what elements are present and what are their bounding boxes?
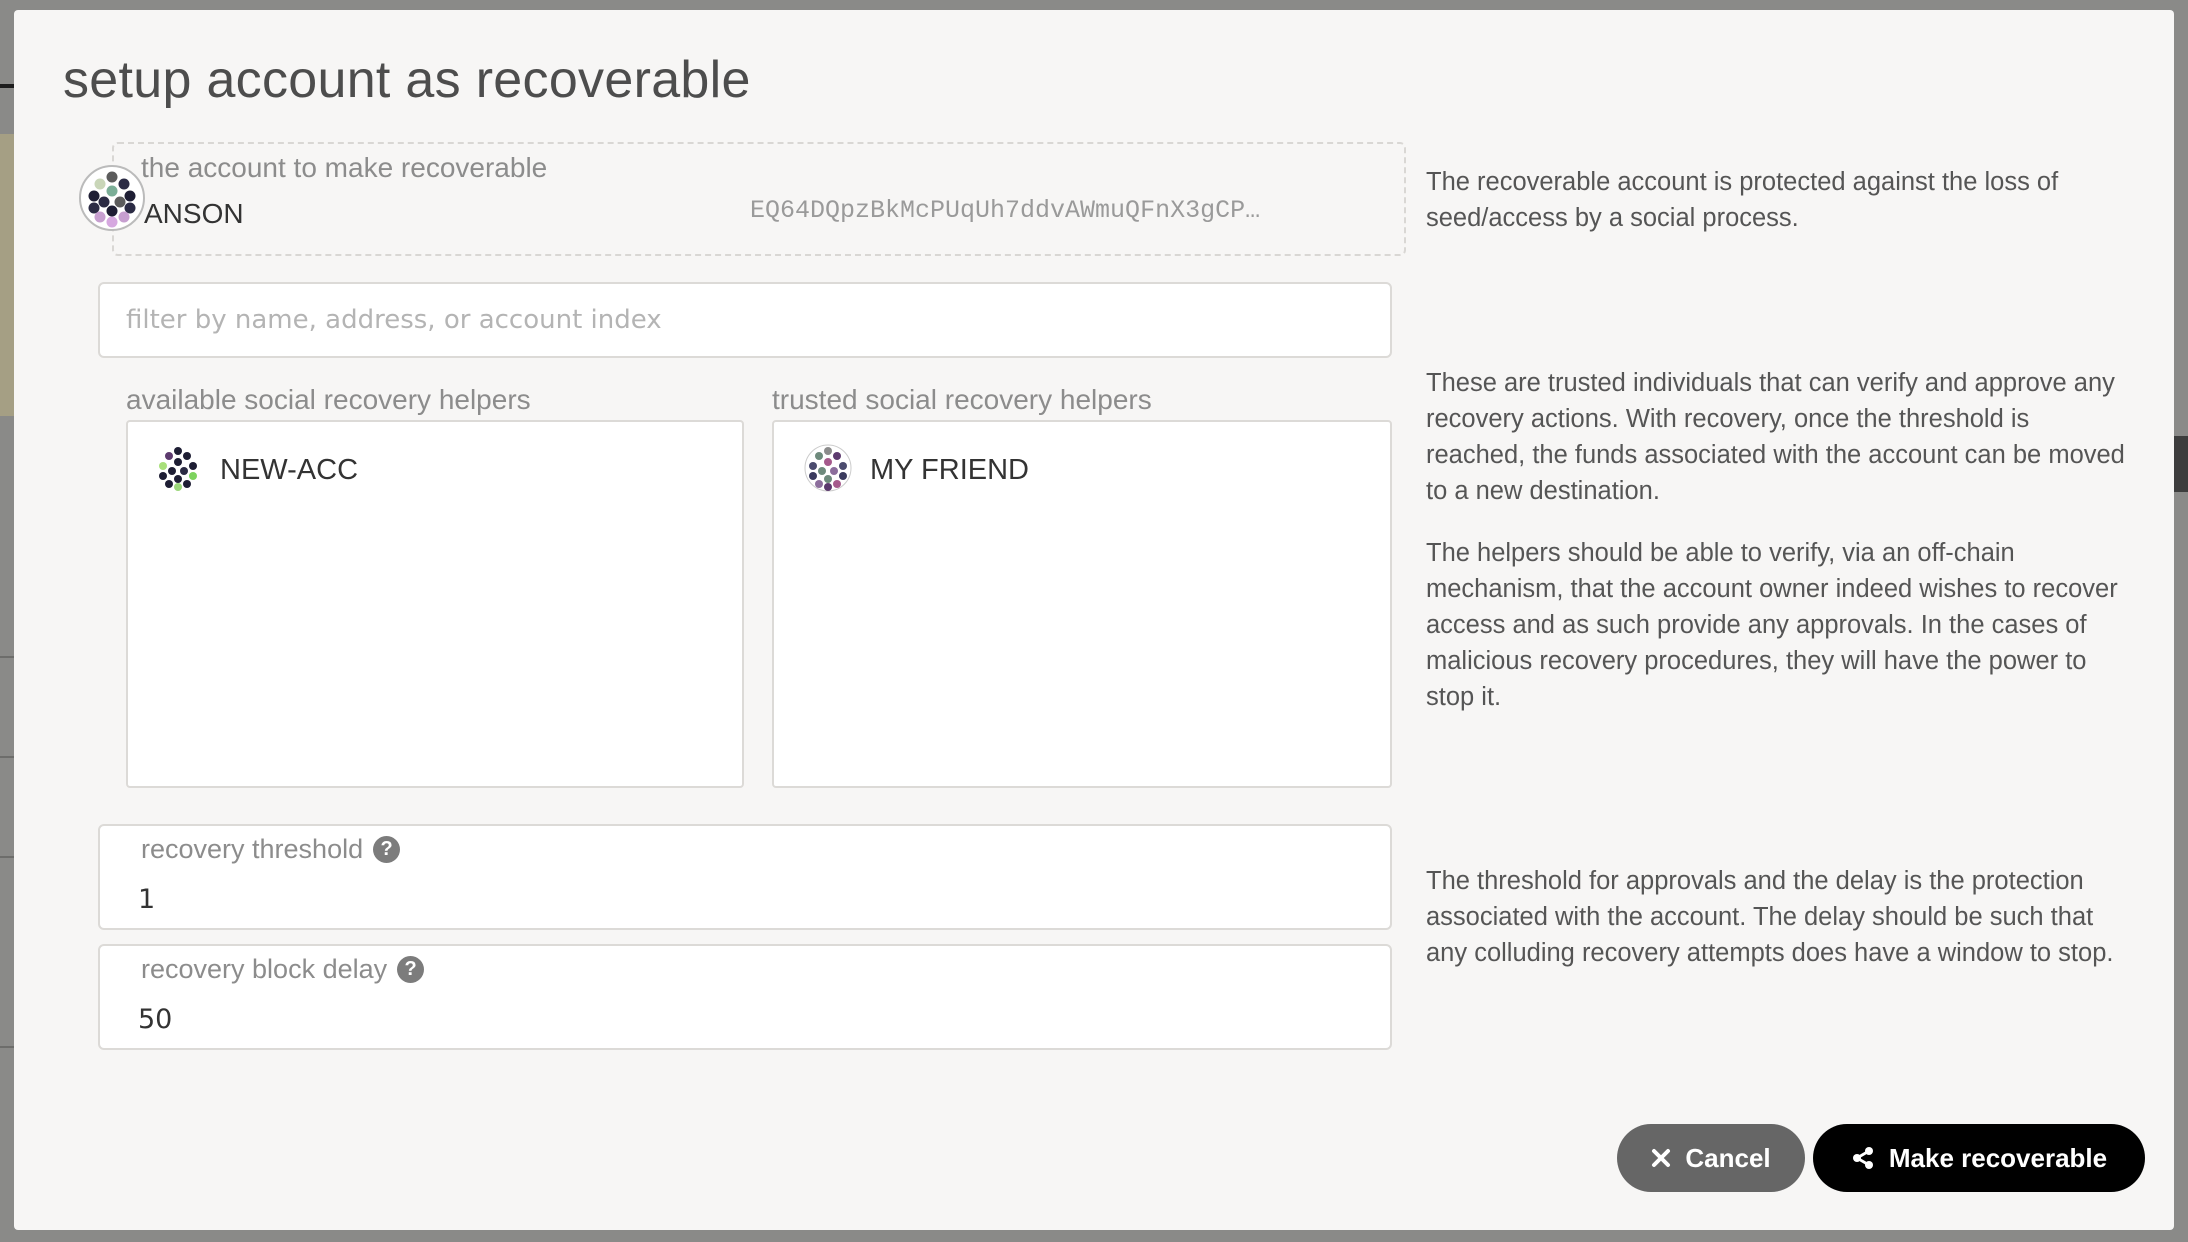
close-icon xyxy=(1651,1148,1671,1168)
recovery-threshold-input[interactable] xyxy=(136,876,1340,922)
helper-identicon xyxy=(154,444,202,497)
background-divider xyxy=(0,656,14,658)
helper-name: MY FRIEND xyxy=(870,453,1029,486)
helper-item-my-friend[interactable]: MY FRIEND xyxy=(804,444,1364,496)
recovery-delay-input[interactable] xyxy=(136,996,1340,1042)
account-address: EQ64DQpzBkMcPUqUh7ddvAWmuQFnX3gCP… xyxy=(750,196,1261,225)
share-icon xyxy=(1851,1146,1875,1170)
help-text-account: The recoverable account is protected aga… xyxy=(1426,168,2059,232)
make-recoverable-button[interactable]: Make recoverable xyxy=(1813,1124,2145,1192)
account-label: the account to make recoverable xyxy=(141,152,548,183)
background-tab-underline xyxy=(0,84,14,88)
help-text-helpers-verify: The helpers should be able to verify, vi… xyxy=(1426,539,2118,711)
question-circle-icon[interactable]: ? xyxy=(373,836,401,863)
recovery-delay-field: recovery block delay ? xyxy=(98,944,1392,1050)
make-recoverable-button-label: Make recoverable xyxy=(1888,1142,2108,1173)
helper-name: NEW-ACC xyxy=(220,453,359,486)
recovery-threshold-label: recovery threshold ? xyxy=(141,834,401,865)
help-text-threshold: The threshold for approvals and the dela… xyxy=(1426,867,2114,967)
background-divider xyxy=(0,756,14,758)
account-name: ANSON xyxy=(144,198,244,229)
trusted-helpers-label: trusted social recovery helpers xyxy=(772,384,1152,415)
background-divider xyxy=(0,1046,14,1048)
recovery-delay-label: recovery block delay ? xyxy=(141,954,425,985)
recovery-delay-label-text: recovery block delay xyxy=(141,954,388,984)
recovery-threshold-label-text: recovery threshold xyxy=(141,834,364,864)
filter-input[interactable] xyxy=(98,282,1392,358)
account-identicon xyxy=(78,164,146,232)
cancel-button[interactable]: Cancel xyxy=(1617,1124,1805,1192)
background-banner xyxy=(0,134,14,416)
help-text-helpers: These are trusted individuals that can v… xyxy=(1426,369,2125,505)
available-helpers-list[interactable]: NEW-ACC xyxy=(126,420,744,788)
helper-item-new-acc[interactable]: NEW-ACC xyxy=(154,444,714,496)
question-circle-icon[interactable]: ? xyxy=(397,956,425,983)
helper-identicon xyxy=(804,444,852,497)
recovery-threshold-field: recovery threshold ? xyxy=(98,824,1392,930)
modal-title: setup account as recoverable xyxy=(63,51,751,109)
available-helpers-label: available social recovery helpers xyxy=(126,384,531,415)
trusted-helpers-list[interactable]: MY FRIEND xyxy=(772,420,1392,788)
cancel-button-label: Cancel xyxy=(1685,1142,1771,1173)
background-divider xyxy=(0,856,14,858)
